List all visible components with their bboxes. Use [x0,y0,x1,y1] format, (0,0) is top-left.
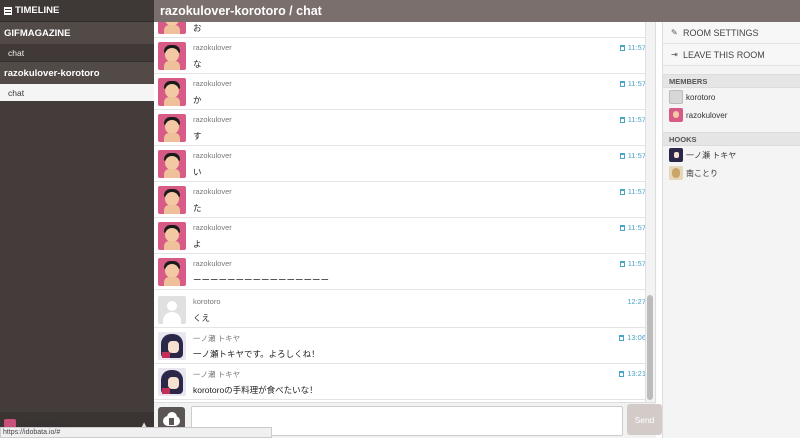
avatar [158,78,186,106]
message-text: い [193,167,202,177]
leave-room-button[interactable]: ⇥ LEAVE THIS ROOM [663,44,800,66]
message-author: 一ノ瀬 トキヤ [193,370,241,379]
hook-item[interactable]: 南ことり [663,164,800,182]
list-item: 一ノ瀬 トキヤ 一ノ瀬トキヤです。よろしくね！ 13:06 [154,328,655,364]
trash-icon[interactable] [619,81,625,87]
message-text: す [193,131,202,141]
list-item: razokulover た 11:57 [154,182,655,218]
trash-icon[interactable] [619,225,625,231]
message-author: razokulover [193,115,232,124]
message-time[interactable]: 11:57 [619,115,646,124]
avatar [158,22,186,34]
message-text: お [193,23,202,33]
sidebar-item-active-chat[interactable]: chat [0,84,154,102]
message-author: 一ノ瀬 トキヤ [193,334,241,343]
message-time[interactable]: 11:57 [619,151,646,160]
list-item: korotoro くえ 12:27 [154,292,655,328]
avatar [158,186,186,214]
avatar [158,114,186,142]
message-text: た [193,203,202,213]
right-sidebar: ✎ ROOM SETTINGS ⇥ LEAVE THIS ROOM MEMBER… [662,22,800,438]
member-item[interactable]: korotoro [663,88,800,106]
trash-icon[interactable] [619,45,625,51]
message-list[interactable]: お razokulover な 11:57 razokulover か 11:5… [154,22,656,402]
message-text: 一ノ瀬トキヤです。よろしくね！ [193,349,320,359]
trash-icon[interactable] [619,335,625,341]
avatar [158,222,186,250]
list-item: razokulover な 11:57 [154,38,655,74]
list-item: 一ノ瀬 トキヤ korotoroの手料理が食べたいな！ 13:21 [154,364,655,400]
message-author: razokulover [193,79,232,88]
message-time: 12:27 [627,297,646,306]
sign-out-icon: ⇥ [671,50,678,59]
message-time[interactable]: 11:57 [619,187,646,196]
message-text: korotoroの手料理が食べたいな！ [193,385,318,395]
avatar [158,368,186,396]
message-author: razokulover [193,151,232,160]
list-item: razokulover す 11:57 [154,110,655,146]
avatar [669,148,683,162]
message-time[interactable]: 13:06 [619,333,646,342]
timeline-link[interactable]: TIMELINE [0,0,154,22]
avatar [669,90,683,104]
avatar [669,108,683,122]
message-time[interactable]: 11:57 [619,223,646,232]
trash-icon[interactable] [619,261,625,267]
trash-icon[interactable] [619,371,625,377]
message-author: razokulover [193,223,232,232]
room-group-name[interactable]: razokulover-korotoro [0,62,154,84]
message-text: な [193,59,202,69]
list-item: razokulover ーーーーーーーーーーーーーーーー 11:57 [154,254,655,290]
message-text: ーーーーーーーーーーーーーーーー [193,275,330,285]
message-text: くえ [193,313,211,323]
message-author: razokulover [193,43,232,52]
room-header: razokulover-korotoro / chat [154,0,800,22]
hooks-heading: HOOKS [663,132,800,146]
page-title: razokulover-korotoro / chat [160,4,322,18]
scrollbar-thumb[interactable] [647,295,653,400]
organization-name[interactable]: GIFMAGAZINE [0,22,154,44]
message-author: razokulover [193,187,232,196]
list-item: razokulover よ 11:57 [154,218,655,254]
avatar [158,42,186,70]
timeline-label: TIMELINE [15,5,60,16]
trash-icon[interactable] [619,117,625,123]
avatar [158,150,186,178]
avatar [158,332,186,360]
sidebar-item-org-chat[interactable]: chat [0,44,154,62]
message-time[interactable]: 11:57 [619,43,646,52]
message-text: か [193,95,202,105]
app-window: TIMELINE GIFMAGAZINE chat razokulover-ko… [0,0,800,438]
message-time[interactable]: 11:57 [619,259,646,268]
avatar [669,166,683,180]
send-button[interactable]: Send [627,404,662,435]
trash-icon[interactable] [619,189,625,195]
message-time[interactable]: 11:57 [619,79,646,88]
list-item: お [154,22,655,38]
room-settings-button[interactable]: ✎ ROOM SETTINGS [663,22,800,44]
message-time[interactable]: 13:21 [619,369,646,378]
avatar [158,258,186,286]
message-text: よ [193,239,202,249]
members-heading: MEMBERS [663,74,800,88]
message-author: razokulover [193,259,232,268]
message-author: korotoro [193,297,221,306]
member-item[interactable]: razokulover [663,106,800,124]
status-bar-url: https://idobata.io/# [0,427,272,438]
timeline-icon [4,6,12,15]
trash-icon[interactable] [619,153,625,159]
wrench-icon: ✎ [671,28,678,37]
hook-item[interactable]: 一ノ瀬 トキヤ [663,146,800,164]
avatar [158,296,186,324]
sidebar-empty-area [0,101,154,412]
list-item: razokulover い 11:57 [154,146,655,182]
list-item: razokulover か 11:57 [154,74,655,110]
